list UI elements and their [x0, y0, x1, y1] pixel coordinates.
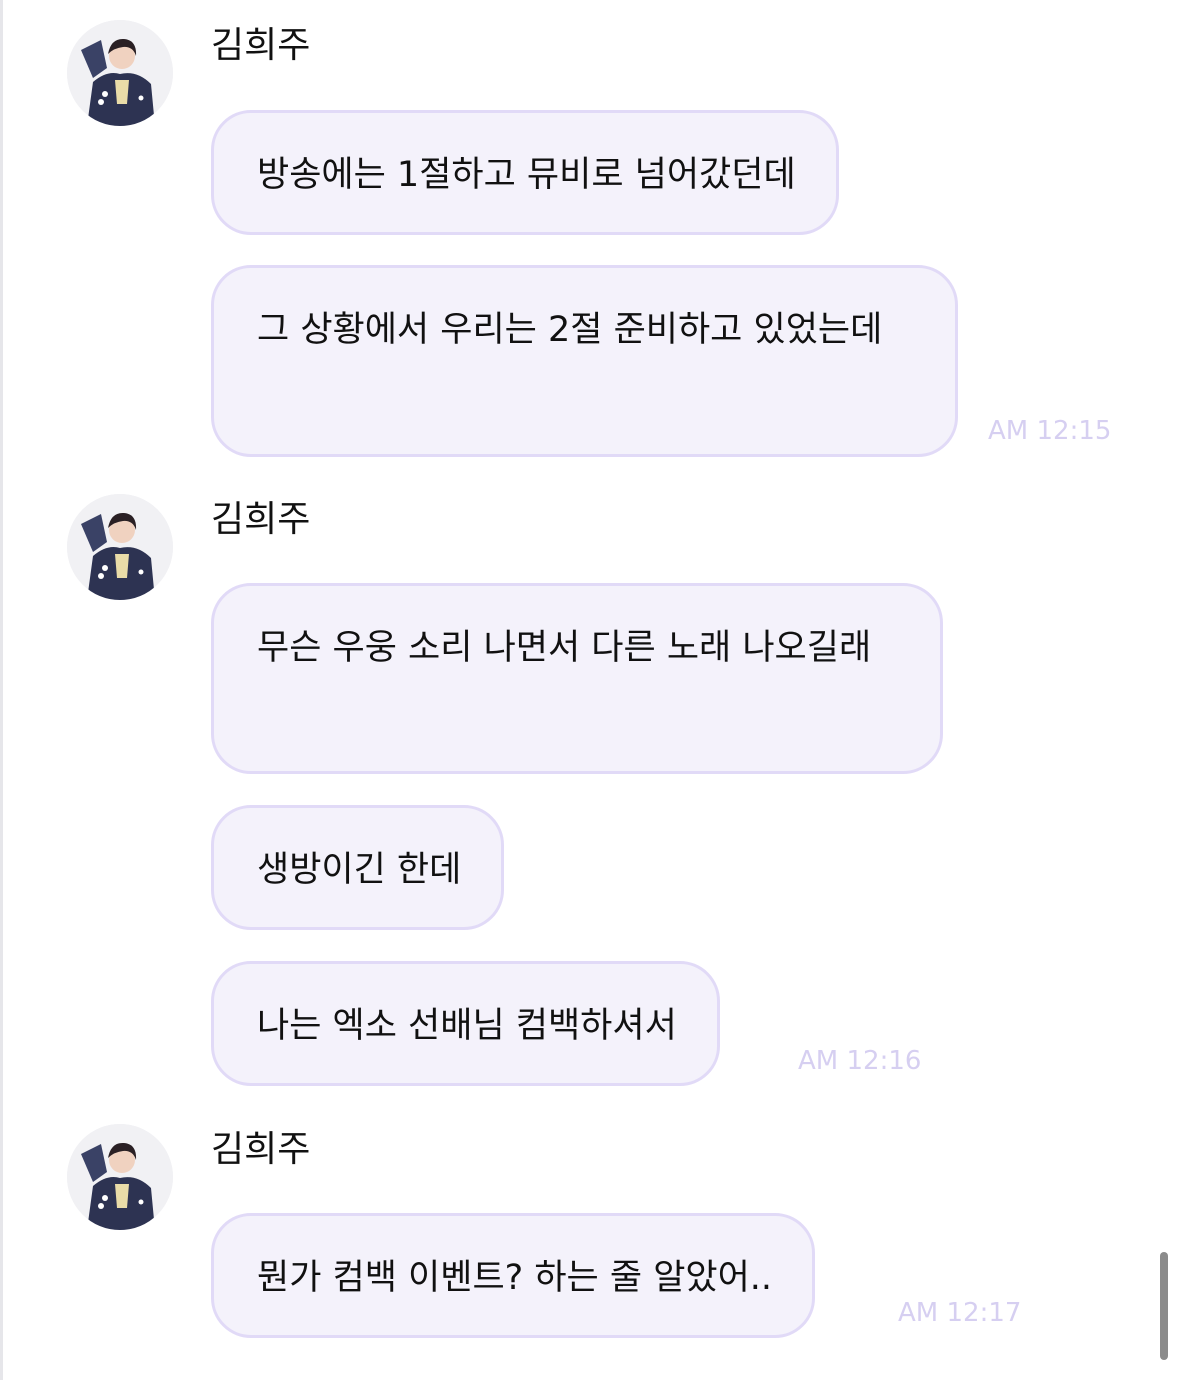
chat-left-edge — [0, 0, 3, 1380]
message-bubble[interactable]: 방송에는 1절하고 뮤비로 넘어갔던데 — [211, 110, 839, 235]
profile-photo-icon — [67, 494, 173, 600]
timestamp: AM 12:16 — [798, 1046, 922, 1076]
message-bubble[interactable]: 뭔가 컴백 이벤트? 하는 줄 알았어.. — [211, 1213, 816, 1338]
avatar[interactable] — [67, 494, 173, 600]
timestamp: AM 12:17 — [898, 1298, 1022, 1328]
sender-name: 김희주 — [211, 1129, 311, 1170]
sender-name: 김희주 — [211, 25, 311, 66]
message-bubble[interactable]: 생방이긴 한데 — [211, 805, 505, 930]
message-bubble[interactable]: 나는 엑소 선배님 컴백하셔서 — [211, 961, 720, 1086]
message-bubble[interactable]: 무슨 우웅 소리 나면서 다른 노래 나오길래 — [211, 583, 943, 774]
profile-photo-icon — [67, 20, 173, 126]
scrollbar[interactable] — [1160, 1252, 1168, 1360]
sender-name: 김희주 — [211, 499, 311, 540]
message-bubble[interactable]: 그 상황에서 우리는 2절 준비하고 있었는데 — [211, 265, 958, 457]
avatar[interactable] — [67, 20, 173, 126]
avatar[interactable] — [67, 1124, 173, 1230]
profile-photo-icon — [67, 1124, 173, 1230]
timestamp: AM 12:15 — [988, 416, 1112, 446]
